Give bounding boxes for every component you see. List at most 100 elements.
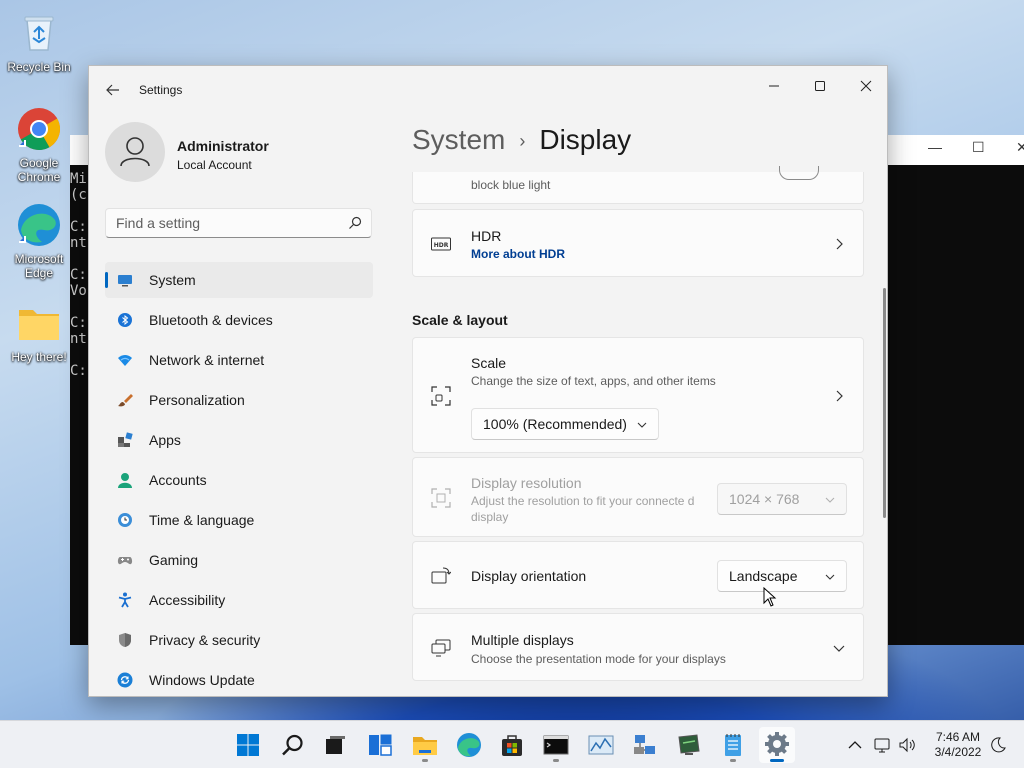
app-title: Settings [139,83,183,97]
sidebar-item-system[interactable]: System [105,262,373,298]
taskbar-network-app-button[interactable] [627,727,663,763]
person-icon [118,473,132,488]
apps-icon [118,432,133,447]
taskbar-store-button[interactable] [494,727,530,763]
terminal-icon [543,735,569,755]
search-input[interactable] [116,214,336,232]
folder-icon [16,300,62,346]
taskbar-terminal-button[interactable] [538,727,574,763]
back-button[interactable] [101,78,125,102]
sidebar-item-windows-update[interactable]: Windows Update [105,662,373,696]
taskbar-start-button[interactable] [230,727,266,763]
hdr-card[interactable]: HDR HDR More about HDR [412,209,864,277]
chevron-down-icon[interactable] [831,640,847,656]
wifi-icon [118,355,132,366]
console-minimize-button[interactable]: — [928,139,942,155]
display-resolution-title: Display resolution [471,475,582,491]
display-orientation-dropdown[interactable]: Landscape [717,560,847,592]
resolution-icon [431,488,451,508]
desktop-icon-google-chrome[interactable]: Google Chrome [1,106,77,184]
sidebar-item-network-internet[interactable]: Network & internet [105,342,373,378]
sidebar-item-label: Time & language [149,512,255,528]
desktop-icon-microsoft-edge[interactable]: Microsoft Edge [1,202,77,280]
sidebar-item-bluetooth-devices[interactable]: Bluetooth & devices [105,302,373,338]
update-icon [117,672,133,688]
sidebar-item-label: Network & internet [149,352,265,368]
display-resolution-subtitle: Adjust the resolution to fit your connec… [471,494,695,524]
console-maximize-button[interactable]: ☐ [972,139,985,156]
breadcrumb-parent[interactable]: System [412,124,505,155]
notepad-icon [725,734,741,756]
scale-title: Scale [471,355,507,371]
content-scrollbar[interactable] [883,288,886,518]
chrome-icon [16,106,62,152]
taskbar-settings-button[interactable] [759,727,795,763]
taskbar-clock[interactable]: 7:46 AM 3/4/2022 [928,730,988,760]
chevron-down-icon [637,422,647,428]
running-indicator [730,759,736,762]
running-indicator [553,759,559,762]
sidebar-item-personalization[interactable]: Personalization [105,382,373,418]
night-light-card[interactable]: block blue light [412,166,864,204]
chevron-right-icon[interactable] [831,236,847,252]
orientation-icon [431,567,451,584]
multiple-displays-icon [431,639,451,657]
hdr-link[interactable]: More about HDR [471,247,565,261]
user-profile[interactable]: Administrator Local Account [105,122,375,186]
chevron-up-icon[interactable] [845,735,865,755]
sidebar-item-label: Gaming [149,552,199,568]
store-icon [502,735,522,756]
taskbar-notepad-button[interactable] [715,727,751,763]
display-orientation-card[interactable]: Display orientation Landscape [412,541,864,609]
volume-icon[interactable] [897,735,917,755]
sidebar-item-apps[interactable]: Apps [105,422,373,458]
chevron-right-icon[interactable] [831,388,847,404]
content-pane: System › Display block blue light HDR HDR … [412,66,872,696]
sidebar-item-time-language[interactable]: Time & language [105,502,373,538]
sidebar-item-accounts[interactable]: Accounts [105,462,373,498]
scale-icon [431,386,451,406]
taskbar: 7:46 AM 3/4/2022 [0,720,1024,768]
desktop-icon-hey-there-folder[interactable]: Hey there! [1,300,77,364]
breadcrumb: System › Display [412,124,631,156]
breadcrumb-separator: › [519,131,526,152]
section-title-scale-layout: Scale & layout [412,312,508,328]
sidebar-item-accessibility[interactable]: Accessibility [105,582,373,618]
sidebar-item-privacy-security[interactable]: Privacy & security [105,622,373,658]
remote-desktop-icon [678,734,700,755]
network-app-icon [634,735,655,754]
brush-icon [118,394,133,407]
sidebar-item-label: Windows Update [149,672,255,688]
avatar[interactable] [105,122,165,182]
taskbar-search-button[interactable] [275,727,311,763]
sidebar-item-label: Apps [149,432,181,448]
taskbar-file-explorer-button[interactable] [407,727,443,763]
running-indicator [422,759,428,762]
taskbar-remote-desktop-button[interactable] [671,727,707,763]
multiple-displays-subtitle: Choose the presentation mode for your di… [471,652,726,666]
desktop-icon-label: Microsoft Edge [14,252,64,280]
scale-dropdown[interactable]: 100% (Recommended) [471,408,659,440]
focus-assist-moon-icon[interactable] [988,735,1008,755]
multiple-displays-card[interactable]: Multiple displays Choose the presentatio… [412,613,864,681]
sidebar-item-label: Accounts [149,472,207,488]
taskbar-performance-monitor-button[interactable] [583,727,619,763]
scale-card[interactable]: Scale Change the size of text, apps, and… [412,337,864,453]
taskbar-widgets-button[interactable] [362,727,398,763]
network-icon[interactable] [872,735,892,755]
page-title: Display [539,124,632,155]
console-output: Mi (c C: nt C: Vo C: nt C: [70,171,87,379]
widgets-icon [369,734,392,756]
search-box[interactable] [105,208,372,238]
display-orientation-title: Display orientation [471,568,587,584]
desktop-icon-recycle-bin[interactable]: Recycle Bin [1,10,77,74]
night-light-toggle[interactable] [779,166,819,180]
desktop-icon-label: Hey there! [11,350,67,364]
multiple-displays-title: Multiple displays [471,632,574,648]
sidebar-item-gaming[interactable]: Gaming [105,542,373,578]
search-icon[interactable] [347,215,363,231]
console-close-button[interactable]: ✕ [1016,139,1024,156]
taskbar-task-view-button[interactable] [317,727,353,763]
taskbar-edge-button[interactable] [451,727,487,763]
display-resolution-card: Display resolution Adjust the resolution… [412,457,864,537]
